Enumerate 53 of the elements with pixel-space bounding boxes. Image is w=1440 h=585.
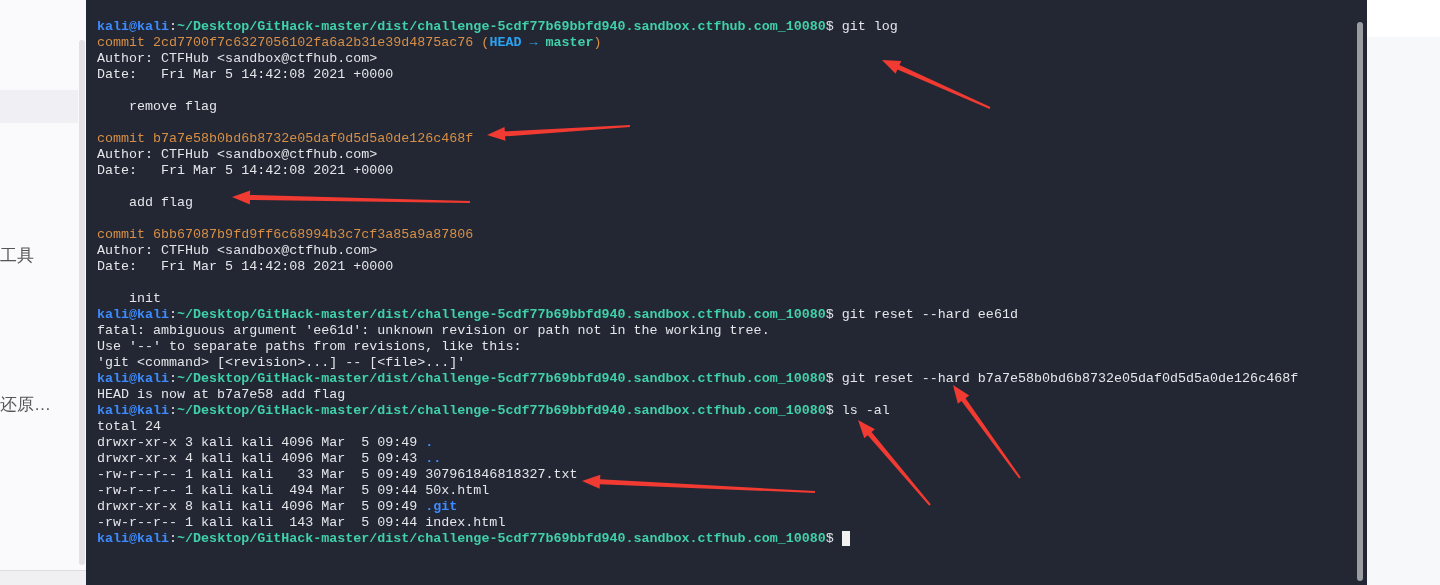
ref-label: master (545, 35, 594, 51)
terminal-text: Date: Fri Mar 5 14:42:08 2021 +0000 (97, 163, 394, 179)
terminal-text: drwxr-xr-x 8 kali kali 4096 Mar 5 09:49 (97, 499, 419, 515)
terminal-text: init (128, 291, 162, 307)
prompt-path: ~/Desktop/GitHack-master/dist/challenge-5cdf77b69bbfd940.sandbox.ctfhub.com_10080 (177, 371, 826, 387)
terminal-text: Author: CTFHub <sandbox@ctfhub.com> (97, 243, 378, 259)
scrollbar[interactable] (79, 40, 85, 565)
terminal-text: Author: CTFHub <sandbox@ctfhub.com> (97, 147, 378, 163)
terminal-text: remove flag (128, 99, 218, 115)
terminal-text: $ git reset --hard b7a7e58b0bd6b8732e05daf0d5d5a0de126c468f (825, 371, 1299, 387)
prompt-path: ~/Desktop/GitHack-master/dist/challenge-5cdf77b69bbfd940.sandbox.ctfhub.com_10080 (177, 19, 826, 35)
prompt-user: kali@kali (97, 531, 170, 547)
prompt-path: ~/Desktop/GitHack-master/dist/challenge-5cdf77b69bbfd940.sandbox.ctfhub.com_10080 (177, 307, 826, 323)
scrollbar[interactable] (1357, 22, 1363, 581)
commit-hash: ) (593, 35, 602, 51)
menu-item[interactable]: 工具 (0, 245, 78, 267)
terminal-text: fatal: ambiguous argument 'ee61d': unknown revision or path not in the working tree. (97, 323, 770, 339)
terminal-text: : (169, 531, 178, 547)
terminal-text: : (169, 307, 178, 323)
directory-name: .git (425, 499, 458, 515)
terminal-text: Date: Fri Mar 5 14:42:08 2021 +0000 (97, 259, 394, 275)
prompt-path: ~/Desktop/GitHack-master/dist/challenge-5cdf77b69bbfd940.sandbox.ctfhub.com_10080 (177, 531, 826, 547)
terminal-text: add flag (128, 195, 194, 211)
terminal-text: : (169, 371, 178, 387)
terminal-text: $ (825, 531, 835, 547)
terminal-text: -rw-r--r-- 1 kali kali 33 Mar 5 09:49 307961846818327.txt (97, 467, 578, 483)
terminal-text: : (169, 19, 178, 35)
terminal-text: $ git reset --hard ee61d (825, 307, 1018, 323)
terminal-text: -rw-r--r-- 1 kali kali 143 Mar 5 09:44 index.html (97, 515, 506, 531)
terminal-text: Author: CTFHub <sandbox@ctfhub.com> (97, 51, 378, 67)
terminal-text: Use '--' to separate paths from revisions, like this: (97, 339, 522, 355)
menu-item[interactable]: 还原… (0, 394, 78, 416)
terminal-text: drwxr-xr-x 4 kali kali 4096 Mar 5 09:43 (97, 451, 419, 467)
directory-name: . (425, 435, 434, 451)
commit-hash: commit b7a7e58b0bd6b8732e05daf0d5d5a0de126c468f (97, 131, 474, 147)
terminal-text: $ git log (825, 19, 898, 35)
directory-name: .. (425, 451, 442, 467)
terminal-text: HEAD is now at b7a7e58 add flag (97, 387, 346, 403)
terminal-text: $ ls -al (825, 403, 890, 419)
terminal-text: drwxr-xr-x 3 kali kali 4096 Mar 5 09:49 (97, 435, 419, 451)
prompt-path: ~/Desktop/GitHack-master/dist/challenge-5cdf77b69bbfd940.sandbox.ctfhub.com_10080 (177, 403, 826, 419)
prompt-user: kali@kali (97, 307, 170, 323)
terminal-text: total 24 (97, 419, 162, 435)
prompt-user: kali@kali (97, 19, 170, 35)
prompt-user: kali@kali (97, 403, 170, 419)
terminal-text: -rw-r--r-- 1 kali kali 494 Mar 5 09:44 50x.html (97, 483, 490, 499)
terminal-text: Date: Fri Mar 5 14:42:08 2021 +0000 (97, 67, 394, 83)
prompt-user: kali@kali (97, 371, 170, 387)
commit-hash: commit 2cd7700f7c6327056102fa6a2b31e39d4875ac76 ( (97, 35, 490, 51)
terminal-text: 'git <command> [<revision>...] -- [<file>...]' (97, 355, 466, 371)
ref-label: HEAD → (489, 35, 539, 51)
terminal-text: : (169, 403, 178, 419)
commit-hash: commit 6bb67087b9fd9ff6c68994b3c7cf3a85a9a87806 (97, 227, 474, 243)
